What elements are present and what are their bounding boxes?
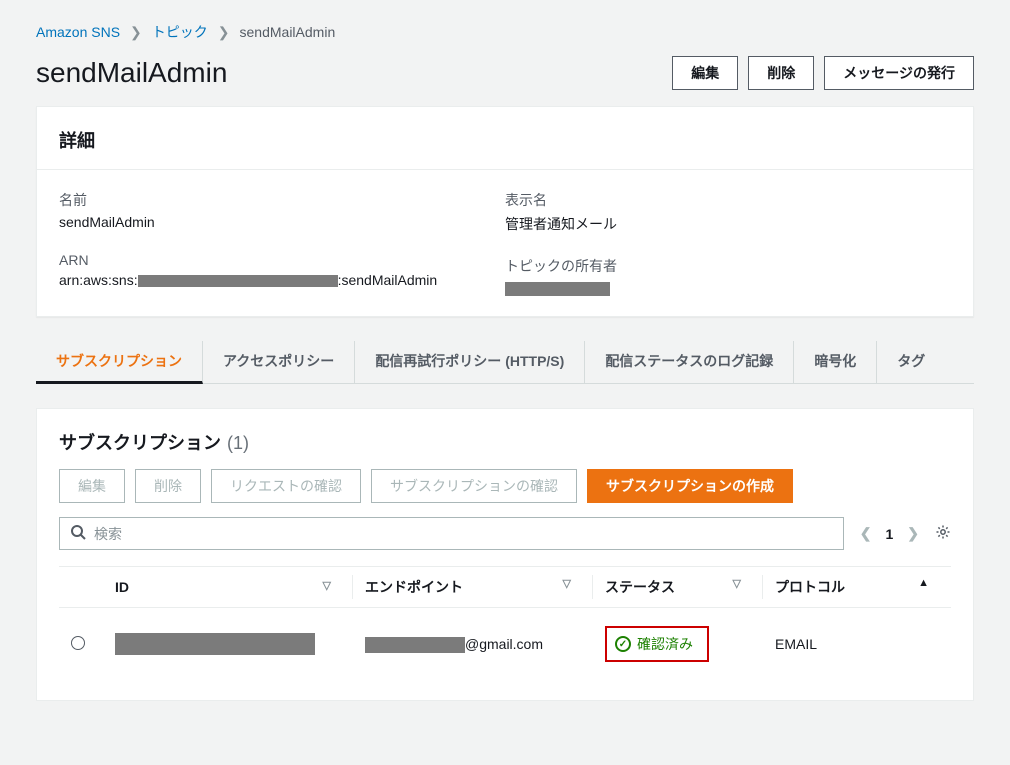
details-panel: 詳細 名前 sendMailAdmin ARN arn:aws:sns: :sen… <box>36 106 974 317</box>
confirm-subscription-button[interactable]: サブスクリプションの確認 <box>371 469 577 503</box>
redacted-endpoint <box>365 637 465 653</box>
display-name-label: 表示名 <box>505 190 951 210</box>
tab-subscription[interactable]: サブスクリプション <box>36 341 203 384</box>
col-protocol[interactable]: プロトコル <box>763 567 951 608</box>
pagination: ❮ 1 ❯ <box>860 525 919 542</box>
search-icon <box>70 524 86 543</box>
sub-delete-button[interactable]: 削除 <box>135 469 201 503</box>
breadcrumb-topics[interactable]: トピック <box>152 22 208 42</box>
col-select <box>59 567 103 608</box>
arn-suffix: :sendMailAdmin <box>338 272 438 288</box>
name-label: 名前 <box>59 190 505 210</box>
breadcrumb-current: sendMailAdmin <box>240 24 336 40</box>
page-number: 1 <box>885 526 893 542</box>
name-value: sendMailAdmin <box>59 214 505 230</box>
page-title: sendMailAdmin <box>36 57 227 89</box>
redacted-region <box>138 275 338 287</box>
redacted-owner <box>505 282 610 296</box>
search-input[interactable] <box>94 526 833 542</box>
arn-prefix: arn:aws:sns: <box>59 272 138 288</box>
col-endpoint[interactable]: エンドポイント <box>353 567 593 608</box>
arn-value: arn:aws:sns: :sendMailAdmin <box>59 272 505 288</box>
endpoint-suffix: @gmail.com <box>465 636 543 652</box>
topic-owner-value <box>505 280 951 296</box>
sub-edit-button[interactable]: 編集 <box>59 469 125 503</box>
details-heading: 詳細 <box>59 127 951 153</box>
col-id[interactable]: ID <box>103 567 353 608</box>
subscription-table: ID エンドポイント ステータス プロトコル @gmail.com ✓ <box>59 566 951 680</box>
status-confirmed: ✓ 確認済み <box>605 626 709 662</box>
tab-delivery-status-logging[interactable]: 配信ステータスのログ記録 <box>585 341 794 383</box>
tabs: サブスクリプション アクセスポリシー 配信再試行ポリシー (HTTP/S) 配信… <box>36 341 974 384</box>
chevron-right-icon: ❯ <box>130 24 142 41</box>
breadcrumb: Amazon SNS ❯ トピック ❯ sendMailAdmin <box>36 22 974 42</box>
redacted-id <box>115 633 315 655</box>
prev-page-button[interactable]: ❮ <box>860 525 872 542</box>
publish-message-button[interactable]: メッセージの発行 <box>824 56 974 90</box>
status-label: 確認済み <box>637 634 693 654</box>
delete-button[interactable]: 削除 <box>748 56 814 90</box>
display-name-value: 管理者通知メール <box>505 214 951 234</box>
confirm-request-button[interactable]: リクエストの確認 <box>211 469 361 503</box>
tab-tags[interactable]: タグ <box>877 341 945 383</box>
endpoint-cell: @gmail.com <box>353 608 593 681</box>
chevron-right-icon: ❯ <box>218 24 230 41</box>
settings-icon[interactable] <box>935 524 951 543</box>
search-box[interactable] <box>59 517 844 550</box>
protocol-cell: EMAIL <box>763 608 951 681</box>
tab-encryption[interactable]: 暗号化 <box>794 341 877 383</box>
breadcrumb-root[interactable]: Amazon SNS <box>36 24 120 40</box>
table-row[interactable]: @gmail.com ✓ 確認済み EMAIL <box>59 608 951 681</box>
create-subscription-button[interactable]: サブスクリプションの作成 <box>587 469 793 503</box>
tab-delivery-retry-policy[interactable]: 配信再試行ポリシー (HTTP/S) <box>355 341 585 383</box>
col-status[interactable]: ステータス <box>593 567 763 608</box>
subscription-panel: サブスクリプション (1) 編集 削除 リクエストの確認 サブスクリプションの確… <box>36 408 974 701</box>
check-circle-icon: ✓ <box>615 636 631 652</box>
subscription-heading: サブスクリプション <box>59 429 221 455</box>
arn-label: ARN <box>59 252 505 268</box>
subscription-count: (1) <box>227 433 249 454</box>
edit-button[interactable]: 編集 <box>672 56 738 90</box>
next-page-button[interactable]: ❯ <box>907 525 919 542</box>
row-radio[interactable] <box>71 636 85 650</box>
topic-owner-label: トピックの所有者 <box>505 256 951 276</box>
tab-access-policy[interactable]: アクセスポリシー <box>203 341 355 383</box>
